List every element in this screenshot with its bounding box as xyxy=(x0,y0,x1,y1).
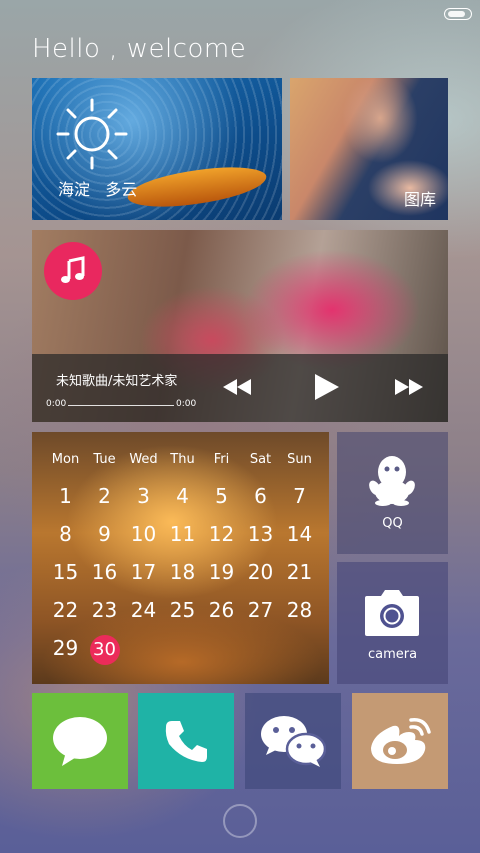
calendar-day[interactable]: 15 xyxy=(46,553,85,591)
calendar-day[interactable]: 26 xyxy=(202,591,241,629)
wechat-tile[interactable] xyxy=(245,693,341,789)
song-title: 未知歌曲/未知艺术家 xyxy=(56,374,178,389)
calendar-tile[interactable]: Mon Tue Wed Thu Fri Sat Sun 1 2 3 4 5 6 7 8 9 10 11 12 13 1… xyxy=(32,432,329,684)
calendar-day[interactable]: 20 xyxy=(241,553,280,591)
play-icon xyxy=(315,374,339,400)
calendar-day[interactable]: 1 xyxy=(46,477,85,515)
calendar-day[interactable]: 3 xyxy=(124,477,163,515)
calendar-day[interactable]: 12 xyxy=(202,515,241,553)
calendar-day[interactable]: 2 xyxy=(85,477,124,515)
qq-tile[interactable]: QQ xyxy=(337,432,448,554)
fast-forward-icon xyxy=(395,379,423,395)
play-button[interactable] xyxy=(312,372,342,402)
calendar-day[interactable]: 10 xyxy=(124,515,163,553)
chat-bubble-icon xyxy=(53,717,107,766)
fast-forward-button[interactable] xyxy=(392,372,426,402)
wechat-icon xyxy=(261,716,326,767)
greeting-text: Hello , welcome xyxy=(32,34,247,64)
calendar-weekday: Thu xyxy=(170,452,195,467)
qq-penguin-icon xyxy=(369,456,415,506)
weather-tile[interactable]: 海淀 多云 xyxy=(32,78,282,220)
calendar-day[interactable]: 14 xyxy=(280,515,319,553)
calendar-day[interactable]: 7 xyxy=(280,477,319,515)
battery-icon xyxy=(444,8,472,20)
calendar-day[interactable]: 22 xyxy=(46,591,85,629)
calendar-day[interactable]: 29 xyxy=(46,629,85,667)
progress-bar[interactable] xyxy=(68,405,174,406)
rewind-icon xyxy=(223,379,251,395)
time-total: 0:00 xyxy=(176,399,197,409)
time-elapsed: 0:00 xyxy=(46,399,67,409)
calendar-day[interactable]: 24 xyxy=(124,591,163,629)
calendar-day[interactable]: 8 xyxy=(46,515,85,553)
weibo-tile[interactable] xyxy=(352,693,448,789)
calendar-day[interactable]: 18 xyxy=(163,553,202,591)
calendar-day[interactable]: 19 xyxy=(202,553,241,591)
calendar-day-today[interactable]: 30 xyxy=(85,629,124,667)
camera-icon xyxy=(365,590,419,636)
weather-condition: 多云 xyxy=(105,180,138,199)
calendar-weekday: Fri xyxy=(213,452,230,467)
music-note-icon[interactable] xyxy=(44,242,102,300)
weather-info: 海淀 多云 xyxy=(58,176,137,200)
today-marker: 30 xyxy=(89,635,120,665)
music-player-tile[interactable]: 未知歌曲/未知艺术家 0:00 0:00 xyxy=(32,230,448,422)
weibo-icon xyxy=(371,718,431,764)
phone-tile[interactable] xyxy=(138,693,234,789)
leaf-image xyxy=(125,162,269,212)
qq-label: QQ xyxy=(382,516,403,531)
music-control-bar: 未知歌曲/未知艺术家 0:00 0:00 xyxy=(32,354,448,422)
gallery-tile[interactable]: 图库 xyxy=(290,78,448,220)
home-button[interactable] xyxy=(223,804,257,838)
calendar-day[interactable]: 9 xyxy=(85,515,124,553)
messages-tile[interactable] xyxy=(32,693,128,789)
camera-tile[interactable]: camera xyxy=(337,562,448,684)
calendar-day[interactable]: 28 xyxy=(280,591,319,629)
weather-location: 海淀 xyxy=(58,180,91,199)
gallery-label: 图库 xyxy=(403,190,436,209)
calendar-day[interactable]: 5 xyxy=(202,477,241,515)
camera-label: camera xyxy=(367,647,418,662)
calendar-days: 1 2 3 4 5 6 7 8 9 10 11 12 13 14 15 16 17 18 19 20 21 22 23 24 2… xyxy=(46,477,318,667)
calendar-weekday: Sat xyxy=(249,452,272,467)
phone-icon xyxy=(165,721,207,762)
calendar-weekdays: Mon Tue Wed Thu Fri Sat Sun xyxy=(46,452,318,467)
calendar-weekday: Mon xyxy=(51,452,80,467)
rewind-button[interactable] xyxy=(220,372,254,402)
calendar-day[interactable]: 13 xyxy=(241,515,280,553)
calendar-day[interactable]: 4 xyxy=(163,477,202,515)
calendar-day[interactable]: 17 xyxy=(124,553,163,591)
calendar-day[interactable]: 16 xyxy=(85,553,124,591)
calendar-day[interactable]: 11 xyxy=(163,515,202,553)
calendar-weekday: Tue xyxy=(93,452,116,467)
calendar-weekday: Wed xyxy=(129,452,158,467)
sun-icon xyxy=(56,98,128,170)
calendar-day[interactable]: 21 xyxy=(280,553,319,591)
calendar-day[interactable]: 27 xyxy=(241,591,280,629)
calendar-day[interactable]: 23 xyxy=(85,591,124,629)
calendar-day[interactable]: 6 xyxy=(241,477,280,515)
calendar-weekday: Sun xyxy=(287,452,312,467)
calendar-day[interactable]: 25 xyxy=(163,591,202,629)
